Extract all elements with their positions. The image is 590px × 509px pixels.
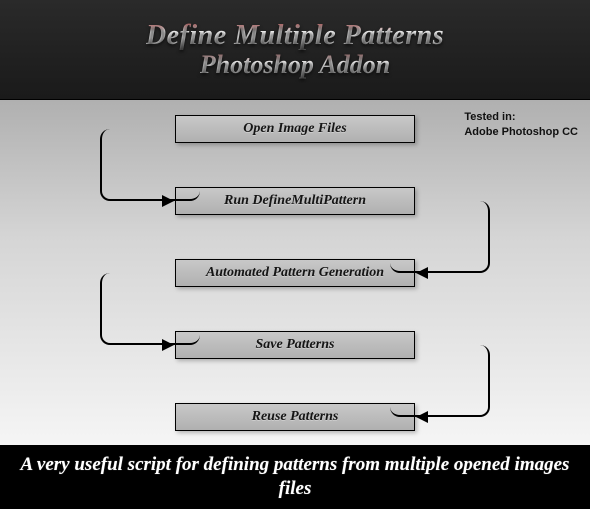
flow-connector-2 xyxy=(390,201,490,273)
footer: A very useful script for defining patter… xyxy=(0,445,590,509)
flow-connector-4 xyxy=(390,345,490,417)
flow-arrow-4 xyxy=(416,411,428,423)
flow-arrow-1 xyxy=(162,195,174,207)
header: Define Multiple Patterns Photoshop Addon xyxy=(0,0,590,100)
step-reuse-patterns: Reuse Patterns xyxy=(175,403,415,431)
step-run-definemultipattern: Run DefineMultiPattern xyxy=(175,187,415,215)
flow-connector-3 xyxy=(100,273,200,345)
flow-arrow-3 xyxy=(162,339,174,351)
diagram-area: Tested in: Adobe Photoshop CC Open Image… xyxy=(0,100,590,445)
flow-arrow-2 xyxy=(416,267,428,279)
title-line2: Photoshop Addon xyxy=(200,50,390,80)
tested-info: Tested in: Adobe Photoshop CC xyxy=(464,110,578,141)
step-open-image-files: Open Image Files xyxy=(175,115,415,143)
tested-label: Tested in: xyxy=(464,110,578,125)
step-automated-pattern-generation: Automated Pattern Generation xyxy=(175,259,415,287)
step-save-patterns: Save Patterns xyxy=(175,331,415,359)
title-line1: Define Multiple Patterns xyxy=(146,20,444,52)
footer-text: A very useful script for defining patter… xyxy=(20,453,570,501)
flow-connector-1 xyxy=(100,129,200,201)
tested-value: Adobe Photoshop CC xyxy=(464,125,578,140)
